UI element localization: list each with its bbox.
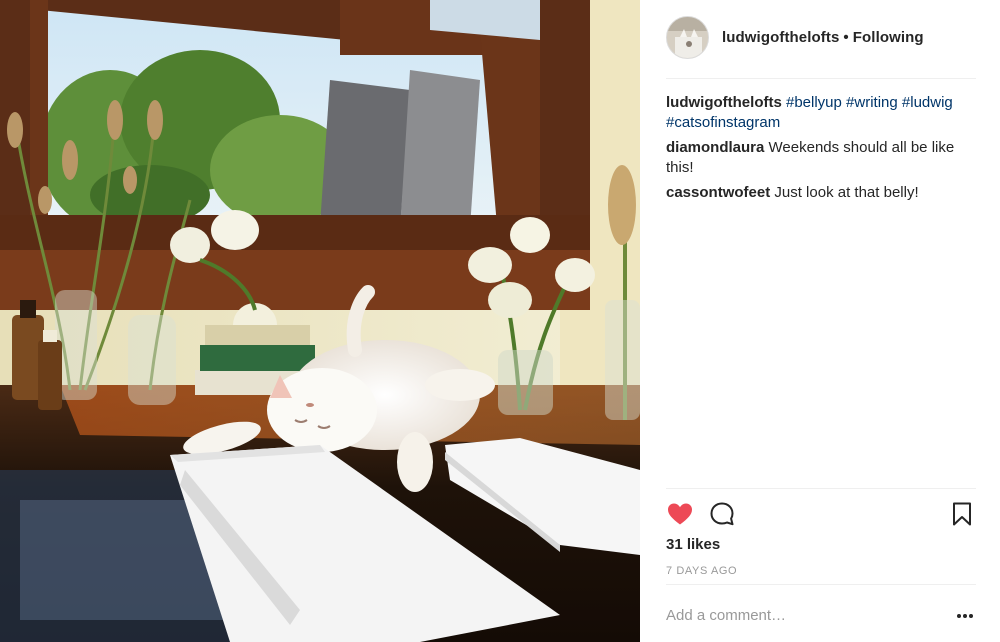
header-text: ludwigofthelofts • Following [722, 29, 924, 46]
caption-username[interactable]: ludwigofthelofts [666, 94, 782, 111]
avatar[interactable] [666, 15, 709, 59]
post-photo[interactable] [0, 0, 640, 642]
heart-filled-icon [668, 503, 692, 525]
comment-button[interactable] [708, 500, 736, 528]
hashtag-link[interactable]: #writing [846, 94, 898, 111]
save-button[interactable] [948, 500, 976, 528]
post-details-panel: ludwigofthelofts • Following ludwigofthelo… [640, 0, 1000, 642]
comment-divider [666, 584, 976, 585]
comment-username[interactable]: diamondlaura [666, 139, 764, 156]
photo-illustration [0, 0, 640, 642]
more-options-button[interactable] [956, 607, 974, 625]
comment-username[interactable]: cassontwofeet [666, 184, 770, 201]
action-bar [666, 500, 976, 528]
header-divider [666, 78, 976, 79]
comment-item: cassontwofeet Just look at that belly! [666, 183, 976, 203]
hashtag-link[interactable]: #bellyup [786, 94, 842, 111]
speech-bubble-icon [710, 502, 734, 526]
likes-count[interactable]: 31 likes [666, 536, 720, 553]
avatar-image [667, 16, 708, 58]
hashtag-link[interactable]: #ludwig [902, 94, 953, 111]
hashtag-link[interactable]: #catsofinstagram [666, 114, 780, 131]
comment-text: Just look at that belly! [774, 184, 919, 201]
post-timestamp[interactable]: 7 DAYS AGO [666, 565, 737, 577]
like-button[interactable] [666, 500, 694, 528]
author-username[interactable]: ludwigofthelofts [722, 29, 839, 46]
follow-status-button[interactable]: Following [853, 29, 924, 46]
add-comment-input[interactable] [666, 600, 936, 630]
header-separator: • [843, 28, 849, 46]
instagram-post: ludwigofthelofts • Following ludwigofthelo… [0, 0, 1000, 642]
caption: ludwigofthelofts #bellyup #writing #ludw… [666, 93, 976, 132]
actions-divider [666, 488, 976, 489]
bookmark-icon [953, 502, 971, 526]
post-header: ludwigofthelofts • Following [666, 14, 976, 60]
ellipsis-icon [957, 614, 973, 618]
comment-item: diamondlaura Weekends should all be like… [666, 138, 976, 177]
comments-section: ludwigofthelofts #bellyup #writing #ludw… [666, 93, 976, 209]
